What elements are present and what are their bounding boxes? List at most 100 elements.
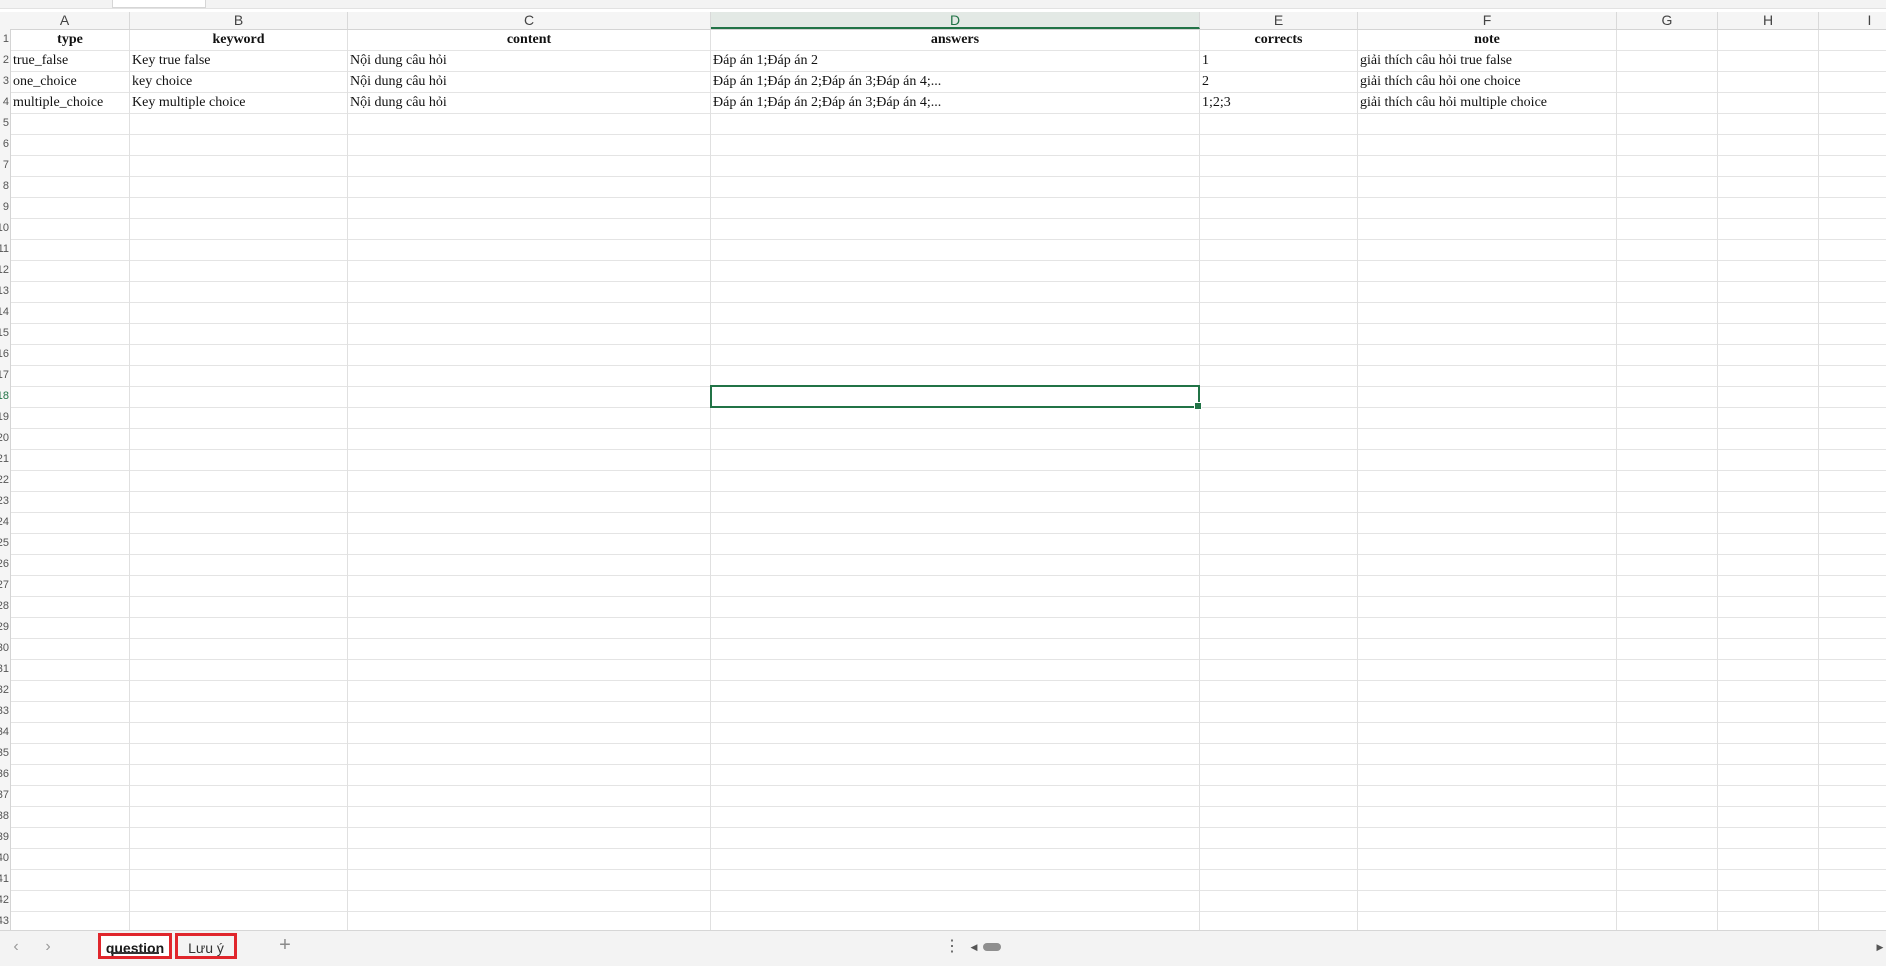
row-header-23[interactable]: 23 — [0, 491, 9, 512]
row-header-33[interactable]: 33 — [0, 701, 9, 722]
grid-line — [1199, 30, 1200, 930]
row-header-22[interactable]: 22 — [0, 470, 9, 491]
grid-line — [1717, 30, 1718, 930]
row-header-19[interactable]: 19 — [0, 407, 9, 428]
cell-f1[interactable]: note — [1358, 30, 1616, 50]
row-header-34[interactable]: 34 — [0, 722, 9, 743]
cell-e1[interactable]: corrects — [1200, 30, 1357, 50]
column-header-e[interactable]: E — [1200, 12, 1358, 29]
grid-line — [1357, 30, 1358, 930]
row-header-11[interactable]: 11 — [0, 239, 9, 260]
column-header-c[interactable]: C — [348, 12, 711, 29]
horizontal-scrollbar[interactable]: ◀ ▶ — [968, 941, 1886, 953]
cell-e4[interactable]: 1;2;3 — [1200, 93, 1357, 113]
cell-d4[interactable]: Đáp án 1;Đáp án 2;Đáp án 3;Đáp án 4;... — [711, 93, 1199, 113]
sheet-tab-label: Lưu ý — [188, 940, 224, 956]
row-header-16[interactable]: 16 — [0, 344, 9, 365]
cell-e3[interactable]: 2 — [1200, 72, 1357, 92]
row-header-30[interactable]: 30 — [0, 638, 9, 659]
scroll-left-icon[interactable]: ◀ — [968, 941, 980, 953]
row-header-17[interactable]: 17 — [0, 365, 9, 386]
row-header-28[interactable]: 28 — [0, 596, 9, 617]
cell-f3[interactable]: giải thích câu hỏi one choice — [1358, 72, 1616, 92]
row-header-1[interactable]: 1 — [3, 29, 9, 50]
cell-a1[interactable]: type — [11, 30, 129, 50]
next-sheet-icon[interactable]: › — [38, 937, 58, 957]
column-header-h[interactable]: H — [1718, 12, 1819, 29]
cell-d3[interactable]: Đáp án 1;Đáp án 2;Đáp án 3;Đáp án 4;... — [711, 72, 1199, 92]
row-header-10[interactable]: 10 — [0, 218, 9, 239]
grid-line — [1616, 30, 1617, 930]
row-header-40[interactable]: 40 — [0, 848, 9, 869]
cell-d1[interactable]: answers — [711, 30, 1199, 50]
cell-a4[interactable]: multiple_choice — [11, 93, 129, 113]
sheet-grid[interactable]: type keyword content answers corrects no… — [11, 30, 1886, 930]
row-header-2[interactable]: 2 — [3, 50, 9, 71]
row-header-7[interactable]: 7 — [3, 155, 9, 176]
scrollbar-thumb[interactable] — [983, 943, 1001, 951]
row-header-37[interactable]: 37 — [0, 785, 9, 806]
row-header-27[interactable]: 27 — [0, 575, 9, 596]
row-header-31[interactable]: 31 — [0, 659, 9, 680]
row-header-35[interactable]: 35 — [0, 743, 9, 764]
more-options-icon[interactable]: ⋮ — [944, 937, 960, 957]
top-strip — [0, 0, 1886, 9]
row-header-21[interactable]: 21 — [0, 449, 9, 470]
row-header-3[interactable]: 3 — [3, 71, 9, 92]
row-header-12[interactable]: 12 — [0, 260, 9, 281]
row-header-5[interactable]: 5 — [3, 113, 9, 134]
column-header-b[interactable]: B — [130, 12, 348, 29]
column-header-g[interactable]: G — [1617, 12, 1718, 29]
cell-a2[interactable]: true_false — [11, 51, 129, 71]
row-header-43[interactable]: 43 — [0, 911, 9, 930]
cell-b3[interactable]: key choice — [130, 72, 347, 92]
row-header-24[interactable]: 24 — [0, 512, 9, 533]
row-header-15[interactable]: 15 — [0, 323, 9, 344]
cell-c4[interactable]: Nội dung câu hỏi — [348, 93, 710, 113]
sheet-tab-bar: ‹ › question Lưu ý + ⋮ ◀ ▶ — [0, 930, 1886, 966]
row-header-20[interactable]: 20 — [0, 428, 9, 449]
cell-c3[interactable]: Nội dung câu hỏi — [348, 72, 710, 92]
row-header-6[interactable]: 6 — [3, 134, 9, 155]
row-header-4[interactable]: 4 — [3, 92, 9, 113]
row-header-42[interactable]: 42 — [0, 890, 9, 911]
active-tab-underline — [111, 952, 159, 954]
row-header-13[interactable]: 13 — [0, 281, 9, 302]
fill-handle[interactable] — [1194, 402, 1202, 410]
row-header-25[interactable]: 25 — [0, 533, 9, 554]
cell-b4[interactable]: Key multiple choice — [130, 93, 347, 113]
row-header-14[interactable]: 14 — [0, 302, 9, 323]
row-header-8[interactable]: 8 — [3, 176, 9, 197]
row-header-9[interactable]: 9 — [3, 197, 9, 218]
grid-line — [1818, 30, 1819, 930]
cell-c2[interactable]: Nội dung câu hỏi — [348, 51, 710, 71]
cell-d2[interactable]: Đáp án 1;Đáp án 2 — [711, 51, 1199, 71]
active-cell-selection[interactable] — [710, 385, 1202, 410]
cell-e2[interactable]: 1 — [1200, 51, 1357, 71]
row-header-39[interactable]: 39 — [0, 827, 9, 848]
cell-f4[interactable]: giải thích câu hỏi multiple choice — [1358, 93, 1616, 113]
cell-f2[interactable]: giải thích câu hỏi true false — [1358, 51, 1616, 71]
column-header-i[interactable]: I — [1819, 12, 1886, 29]
row-header-26[interactable]: 26 — [0, 554, 9, 575]
column-header-f[interactable]: F — [1358, 12, 1617, 29]
row-header-18[interactable]: 18 — [0, 386, 9, 407]
row-header-38[interactable]: 38 — [0, 806, 9, 827]
row-header-36[interactable]: 36 — [0, 764, 9, 785]
cell-a3[interactable]: one_choice — [11, 72, 129, 92]
column-header-a[interactable]: A — [0, 12, 130, 29]
cell-b2[interactable]: Key true false — [130, 51, 347, 71]
grid-line — [129, 30, 130, 930]
document-tab-stub[interactable] — [112, 0, 206, 8]
row-header-41[interactable]: 41 — [0, 869, 9, 890]
row-header-32[interactable]: 32 — [0, 680, 9, 701]
sheet-tab-question[interactable]: question — [98, 933, 172, 959]
sheet-tab-luu-y[interactable]: Lưu ý — [175, 933, 237, 959]
cell-b1[interactable]: keyword — [130, 30, 347, 50]
scroll-right-icon[interactable]: ▶ — [1874, 941, 1886, 953]
add-sheet-icon[interactable]: + — [275, 935, 295, 955]
column-header-d[interactable]: D — [711, 12, 1200, 29]
row-header-29[interactable]: 29 — [0, 617, 9, 638]
cell-c1[interactable]: content — [348, 30, 710, 50]
prev-sheet-icon[interactable]: ‹ — [6, 937, 26, 957]
